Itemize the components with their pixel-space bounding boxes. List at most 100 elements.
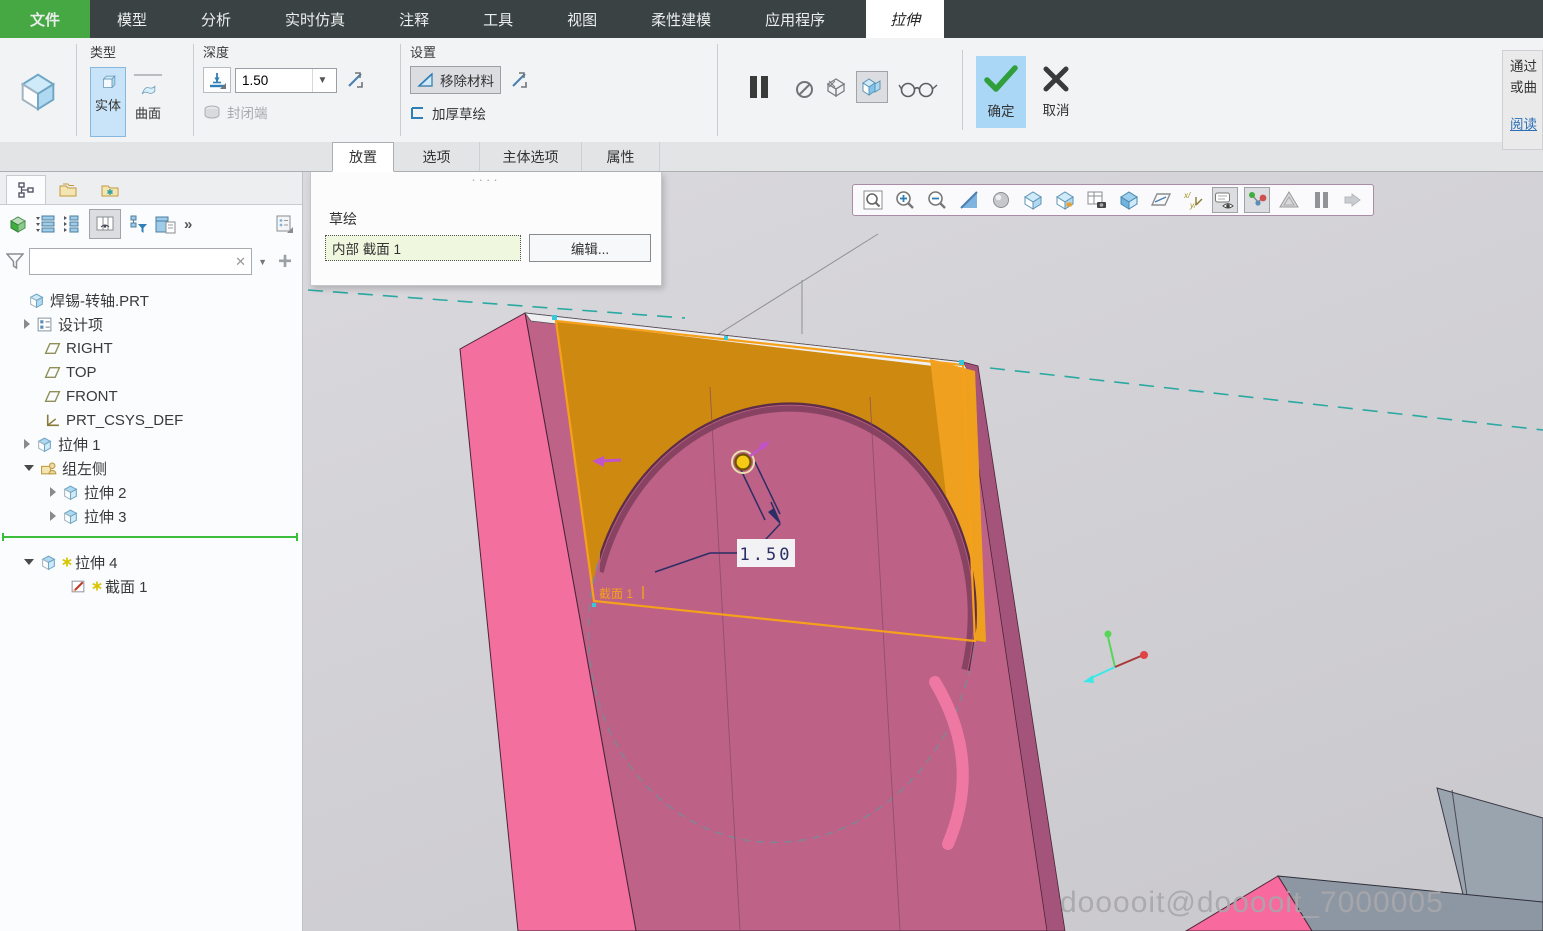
tab-options[interactable]: 选项 xyxy=(394,142,480,171)
view-manager-icon[interactable] xyxy=(1084,187,1110,213)
verify-glasses-icon xyxy=(898,80,938,98)
expander-icon[interactable] xyxy=(24,559,34,565)
depth-drag-handle[interactable] xyxy=(736,455,751,470)
tab-extrude-active[interactable]: 拉伸 xyxy=(866,0,944,38)
tree-filters-icon[interactable] xyxy=(128,215,148,234)
tree-item-extrude1[interactable]: 拉伸 1 xyxy=(0,432,302,456)
shading-icon[interactable] xyxy=(988,187,1014,213)
tree-search-input[interactable] xyxy=(29,248,252,275)
repaint-icon[interactable] xyxy=(956,187,982,213)
unattached-preview-button[interactable] xyxy=(822,74,850,100)
capped-ends-option: 封闭端 xyxy=(203,102,369,122)
tree-item-extrude3[interactable]: 拉伸 3 xyxy=(0,504,302,528)
menu-annotate[interactable]: 注释 xyxy=(372,0,456,38)
spin-center-icon[interactable] xyxy=(1244,187,1270,213)
model-tree: 焊锡-转轴.PRT 设计项 RIGHT TOP FRONT PRT_CS xyxy=(0,280,302,598)
verify-feature-button[interactable] xyxy=(896,76,940,102)
tree-item-settings-icon[interactable] xyxy=(274,214,294,234)
tree-item-section1-pending[interactable]: 截面 1 xyxy=(0,574,302,598)
menu-tools[interactable]: 工具 xyxy=(456,0,540,38)
depth-type-button[interactable] xyxy=(203,67,231,93)
model-tree-tab[interactable] xyxy=(6,175,46,204)
depth-value-input[interactable] xyxy=(236,73,312,88)
solid-button[interactable]: 实体 xyxy=(90,67,126,137)
surface-icon xyxy=(140,82,157,99)
expand-all-icon[interactable] xyxy=(35,215,55,233)
menu-analysis[interactable]: 分析 xyxy=(174,0,258,38)
ok-button[interactable]: 确定 xyxy=(976,56,1026,128)
help-tooltip-clipped: 通过 或曲 阅读 xyxy=(1502,50,1543,150)
depth-value-combobox[interactable]: ▼ xyxy=(235,68,337,93)
surface-button[interactable]: 曲面 xyxy=(130,67,166,137)
menu-flexible-modeling[interactable]: 柔性建模 xyxy=(624,0,738,38)
edit-sketch-button[interactable]: 编辑... xyxy=(529,234,651,262)
extrude-icon xyxy=(15,67,61,113)
favorites-icon xyxy=(100,182,120,198)
favorites-tab[interactable] xyxy=(90,175,130,204)
menu-view[interactable]: 视图 xyxy=(540,0,624,38)
collapse-all-icon[interactable] xyxy=(62,215,82,233)
ok-check-icon xyxy=(983,64,1019,94)
attached-preview-button[interactable] xyxy=(856,71,888,103)
remove-material-toggle[interactable]: 移除材料 xyxy=(410,66,501,94)
menu-applications[interactable]: 应用程序 xyxy=(738,0,852,38)
perspective-icon[interactable] xyxy=(1276,187,1302,213)
cancel-button[interactable]: 取消 xyxy=(1031,56,1081,128)
tree-item-csys[interactable]: PRT_CSYS_DEF xyxy=(0,408,302,432)
tree-item-right-plane[interactable]: RIGHT xyxy=(0,336,302,360)
zoom-fit-icon[interactable] xyxy=(860,187,886,213)
annotation-display-icon[interactable] xyxy=(1212,187,1238,213)
clear-search-icon[interactable]: ✕ xyxy=(235,254,251,270)
popup-grip-dots[interactable]: ···· xyxy=(311,175,661,185)
pause-display-icon[interactable] xyxy=(1308,187,1334,213)
pause-feature-button[interactable] xyxy=(741,70,777,104)
tab-body-options[interactable]: 主体选项 xyxy=(480,142,582,171)
expander-icon[interactable] xyxy=(24,319,30,329)
tree-item-part[interactable]: 焊锡-转轴.PRT xyxy=(0,288,302,312)
unattached-preview-icon xyxy=(824,76,848,98)
view-orientation-icon[interactable] xyxy=(1052,187,1078,213)
datum-display-icon[interactable] xyxy=(1148,187,1174,213)
flip-material-side-button[interactable] xyxy=(505,67,533,93)
saved-views-icon[interactable] xyxy=(1020,187,1046,213)
flip-depth-direction-button[interactable] xyxy=(341,67,369,93)
zoom-in-icon[interactable] xyxy=(892,187,918,213)
expander-icon[interactable] xyxy=(50,511,56,521)
expander-icon[interactable] xyxy=(24,465,34,471)
datum-plane-icon xyxy=(44,340,61,357)
tree-item-front-plane[interactable]: FRONT xyxy=(0,384,302,408)
3d-viewport[interactable]: 截面 1 1.50 xyxy=(303,172,1543,931)
folder-browser-tab[interactable] xyxy=(48,175,88,204)
cancel-x-icon xyxy=(1042,65,1070,93)
search-dropdown-arrow[interactable]: ▼ xyxy=(256,257,269,267)
tree-columns-toggle[interactable] xyxy=(89,209,121,239)
dimension-value-text[interactable]: 1.50 xyxy=(740,545,793,565)
tab-properties[interactable]: 属性 xyxy=(582,142,660,171)
menu-file[interactable]: 文件 xyxy=(0,0,90,38)
expander-icon[interactable] xyxy=(50,487,56,497)
no-preview-button[interactable] xyxy=(790,76,818,102)
sketch-collector-field[interactable]: 内部 截面 1 xyxy=(325,235,521,261)
add-filter-button[interactable]: + xyxy=(274,252,296,272)
tree-item-top-plane[interactable]: TOP xyxy=(0,360,302,384)
tree-item-extrude4-pending[interactable]: 拉伸 4 xyxy=(0,550,302,574)
tree-settings-icon[interactable] xyxy=(155,215,177,234)
model-cube-icon[interactable] xyxy=(8,214,28,234)
tree-item-extrude2[interactable]: 拉伸 2 xyxy=(0,480,302,504)
menu-live-simulation[interactable]: 实时仿真 xyxy=(258,0,372,38)
axes-display-icon[interactable]: x/y/ xyxy=(1180,187,1206,213)
tree-item-design-items[interactable]: 设计项 xyxy=(0,312,302,336)
zoom-out-icon[interactable] xyxy=(924,187,950,213)
design-items-icon xyxy=(36,316,53,333)
overflow-chevrons[interactable]: » xyxy=(184,216,192,233)
flip-direction-icon xyxy=(345,70,365,90)
tab-placement[interactable]: 放置 xyxy=(332,142,394,172)
expander-icon[interactable] xyxy=(24,439,30,449)
thicken-sketch-option[interactable]: 加厚草绘 xyxy=(410,103,533,123)
tree-item-group-left[interactable]: 组左侧 xyxy=(0,456,302,480)
read-more-link[interactable]: 阅读 xyxy=(1510,114,1537,135)
menu-model[interactable]: 模型 xyxy=(90,0,174,38)
depth-dropdown-arrow[interactable]: ▼ xyxy=(312,69,332,92)
display-style-icon[interactable] xyxy=(1116,187,1142,213)
insert-locator-line[interactable] xyxy=(2,536,298,538)
